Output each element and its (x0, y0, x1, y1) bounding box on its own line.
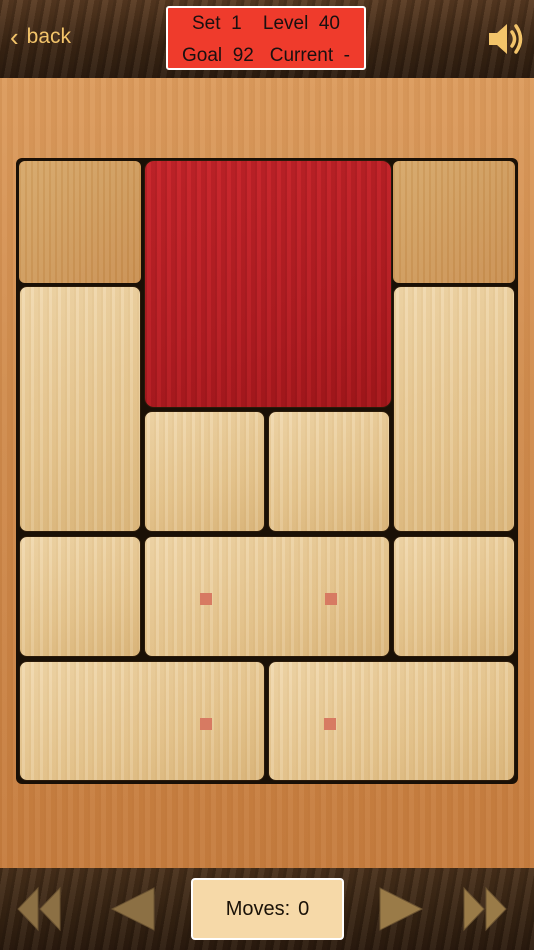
target-block[interactable] (144, 160, 392, 408)
small-block[interactable] (144, 411, 265, 532)
back-button[interactable]: ‹ back (10, 24, 71, 50)
double-arrow-right-icon[interactable] (460, 886, 508, 932)
level-value: 40 (318, 13, 340, 34)
set-value: 1 (231, 13, 242, 34)
marker-dot (325, 593, 337, 605)
level-info-panel: Set 1 Level 40 Goal 92 Current - (166, 6, 366, 70)
small-block[interactable] (268, 411, 390, 532)
marker-dot (200, 718, 212, 730)
moves-counter: Moves: 0 (191, 878, 344, 940)
vertical-block-left[interactable] (19, 286, 141, 532)
small-block[interactable] (19, 536, 141, 657)
current-value: - (343, 45, 350, 66)
current-info: Current - (270, 45, 350, 67)
marker-dot (200, 593, 212, 605)
goal-value: 92 (232, 45, 254, 66)
horizontal-block[interactable] (19, 661, 265, 781)
arrow-right-icon[interactable] (378, 886, 424, 932)
small-block[interactable] (393, 536, 515, 657)
back-label: back (26, 25, 72, 48)
arrow-left-icon[interactable] (110, 886, 156, 932)
set-info: Set 1 (192, 13, 242, 35)
level-info: Level 40 (263, 13, 340, 35)
goal-label: Goal (182, 45, 223, 66)
puzzle-board (16, 158, 518, 784)
level-label: Level (262, 13, 309, 34)
set-label: Set (192, 13, 221, 34)
goal-info: Goal 92 (182, 45, 254, 67)
empty-slot (19, 161, 141, 283)
goal-current-row: Goal 92 Current - (168, 45, 364, 67)
moves-value: 0 (298, 897, 310, 920)
chevron-left-icon: ‹ (10, 22, 19, 52)
horizontal-block[interactable] (144, 536, 390, 657)
speaker-icon[interactable] (486, 20, 526, 58)
current-label: Current (269, 45, 334, 66)
top-bar: ‹ back Set 1 Level 40 Goal 92 Current - (0, 0, 534, 78)
moves-label: Moves: (225, 897, 291, 920)
horizontal-block[interactable] (268, 661, 515, 781)
marker-dot (324, 718, 336, 730)
vertical-block-right[interactable] (393, 286, 515, 532)
empty-slot (393, 161, 515, 283)
double-arrow-left-icon[interactable] (16, 886, 64, 932)
set-level-row: Set 1 Level 40 (168, 13, 364, 35)
